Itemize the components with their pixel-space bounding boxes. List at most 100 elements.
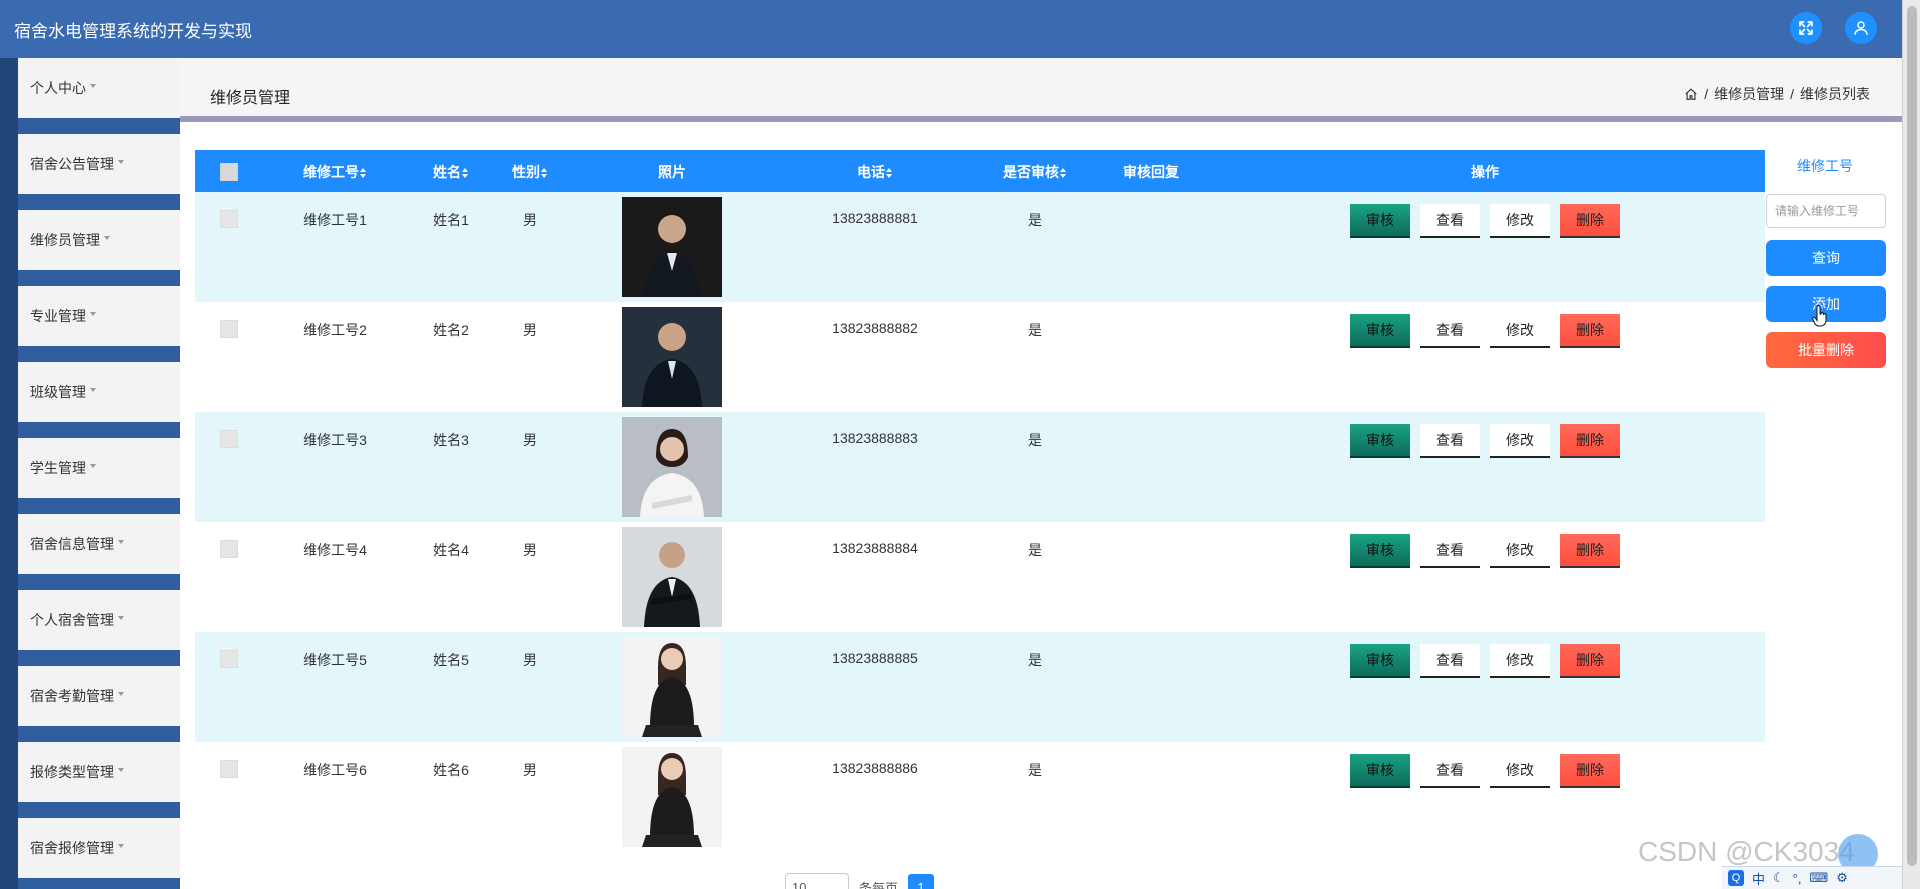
settings-icon[interactable]: ⚙: [1836, 870, 1848, 886]
header-staff-no[interactable]: 维修工号: [303, 162, 367, 182]
table-row: 维修工号6 姓名6 男 13823888886 是 审核 查看 修改 删除: [195, 742, 1765, 852]
batch-delete-button[interactable]: 批量删除: [1766, 332, 1886, 368]
header-name[interactable]: 姓名: [433, 162, 469, 182]
delete-button[interactable]: 删除: [1560, 314, 1620, 348]
punctuation-icon[interactable]: °,: [1793, 871, 1802, 886]
header-gender[interactable]: 性别: [512, 162, 548, 182]
view-button[interactable]: 查看: [1420, 424, 1480, 458]
delete-button[interactable]: 删除: [1560, 424, 1620, 458]
view-button[interactable]: 查看: [1420, 644, 1480, 678]
sidebar-item-personal-dorm[interactable]: 个人宿舍管理: [18, 590, 180, 650]
ime-toolbar[interactable]: Q 中 ☾ °, ⌨ ⚙: [1722, 866, 1902, 889]
staff-photo[interactable]: [622, 417, 722, 517]
view-button[interactable]: 查看: [1420, 534, 1480, 568]
view-button[interactable]: 查看: [1420, 204, 1480, 238]
scrollbar-thumb[interactable]: [1907, 6, 1917, 866]
table-row: 维修工号1 姓名1 男 13823888881 是 审核 查看 修改 删除: [195, 192, 1765, 302]
cell-reviewed: 是: [1028, 542, 1042, 558]
cell-name: 姓名3: [433, 432, 469, 448]
row-checkbox[interactable]: [220, 210, 238, 228]
audit-button[interactable]: 审核: [1350, 424, 1410, 458]
audit-button[interactable]: 审核: [1350, 534, 1410, 568]
header-divider: [180, 116, 1902, 122]
sidebar-item-personal-center[interactable]: 个人中心: [18, 58, 180, 118]
row-checkbox[interactable]: [220, 320, 238, 338]
sidebar-item-repair-requests[interactable]: 宿舍报修管理: [18, 818, 180, 878]
audit-button[interactable]: 审核: [1350, 644, 1410, 678]
view-button[interactable]: 查看: [1420, 314, 1480, 348]
sidebar-item-announcements[interactable]: 宿舍公告管理: [18, 134, 180, 194]
delete-button[interactable]: 删除: [1560, 204, 1620, 238]
watermark: CSDN @CK3034: [1638, 836, 1855, 867]
sidebar-item-repairmen[interactable]: 维修员管理: [18, 210, 180, 270]
moon-icon[interactable]: ☾: [1773, 870, 1785, 886]
staff-photo[interactable]: [622, 197, 722, 297]
staff-photo[interactable]: [622, 747, 722, 847]
breadcrumb-level1[interactable]: 维修员管理: [1714, 84, 1784, 104]
cell-phone: 13823888882: [832, 320, 918, 336]
chevron-down-icon: [118, 844, 124, 848]
user-icon[interactable]: [1845, 12, 1877, 44]
select-all-checkbox[interactable]: [220, 163, 238, 181]
breadcrumb-separator: /: [1704, 86, 1709, 102]
query-button[interactable]: 查询: [1766, 240, 1886, 276]
cell-reviewed: 是: [1028, 212, 1042, 228]
chevron-down-icon: [90, 312, 96, 316]
row-checkbox[interactable]: [220, 760, 238, 778]
chevron-down-icon: [118, 768, 124, 772]
home-icon[interactable]: [1684, 87, 1698, 101]
header-phone[interactable]: 电话: [857, 162, 893, 182]
pagination: 10 条每页 1: [785, 872, 935, 889]
cell-phone: 13823888883: [832, 430, 918, 446]
cell-staff-no: 维修工号4: [303, 542, 367, 558]
table-row: 维修工号2 姓名2 男 13823888882 是 审核 查看 修改 删除: [195, 302, 1765, 412]
row-checkbox[interactable]: [220, 430, 238, 448]
search-label: 维修工号: [1797, 158, 1853, 174]
edit-button[interactable]: 修改: [1490, 314, 1550, 348]
audit-button[interactable]: 审核: [1350, 754, 1410, 788]
staff-photo[interactable]: [622, 527, 722, 627]
page-button[interactable]: 1: [908, 874, 935, 889]
sidebar-item-majors[interactable]: 专业管理: [18, 286, 180, 346]
staff-photo[interactable]: [622, 307, 722, 407]
delete-button[interactable]: 删除: [1560, 644, 1620, 678]
cell-staff-no: 维修工号5: [303, 652, 367, 668]
sort-icon: [541, 168, 548, 178]
sidebar-item-students[interactable]: 学生管理: [18, 438, 180, 498]
sidebar-item-dorm-info[interactable]: 宿舍信息管理: [18, 514, 180, 574]
cell-reviewed: 是: [1028, 322, 1042, 338]
delete-button[interactable]: 删除: [1560, 534, 1620, 568]
sidebar-item-classes[interactable]: 班级管理: [18, 362, 180, 422]
sidebar-strip: [0, 58, 18, 889]
audit-button[interactable]: 审核: [1350, 204, 1410, 238]
staff-photo[interactable]: [622, 637, 722, 737]
keyboard-icon[interactable]: ⌨: [1809, 870, 1828, 886]
delete-button[interactable]: 删除: [1560, 754, 1620, 788]
chevron-down-icon: [118, 692, 124, 696]
row-checkbox[interactable]: [220, 540, 238, 558]
header-reviewed[interactable]: 是否审核: [1003, 162, 1067, 182]
edit-button[interactable]: 修改: [1490, 754, 1550, 788]
cell-staff-no: 维修工号2: [303, 322, 367, 338]
fullscreen-icon[interactable]: [1790, 12, 1822, 44]
cell-staff-no: 维修工号3: [303, 432, 367, 448]
vertical-scrollbar[interactable]: [1902, 0, 1920, 889]
ime-language[interactable]: 中: [1752, 869, 1765, 888]
chevron-down-icon: [104, 236, 110, 240]
view-button[interactable]: 查看: [1420, 754, 1480, 788]
sort-icon: [1060, 168, 1067, 178]
page-size-select[interactable]: 10: [785, 873, 849, 889]
search-input[interactable]: [1766, 194, 1886, 228]
edit-button[interactable]: 修改: [1490, 204, 1550, 238]
audit-button[interactable]: 审核: [1350, 314, 1410, 348]
edit-button[interactable]: 修改: [1490, 644, 1550, 678]
chevron-down-icon: [90, 464, 96, 468]
cell-gender: 男: [523, 212, 537, 228]
row-checkbox[interactable]: [220, 650, 238, 668]
cell-phone: 13823888885: [832, 650, 918, 666]
sidebar-item-repair-types[interactable]: 报修类型管理: [18, 742, 180, 802]
edit-button[interactable]: 修改: [1490, 534, 1550, 568]
ime-logo-icon: Q: [1728, 870, 1744, 886]
edit-button[interactable]: 修改: [1490, 424, 1550, 458]
sidebar-item-attendance[interactable]: 宿舍考勤管理: [18, 666, 180, 726]
